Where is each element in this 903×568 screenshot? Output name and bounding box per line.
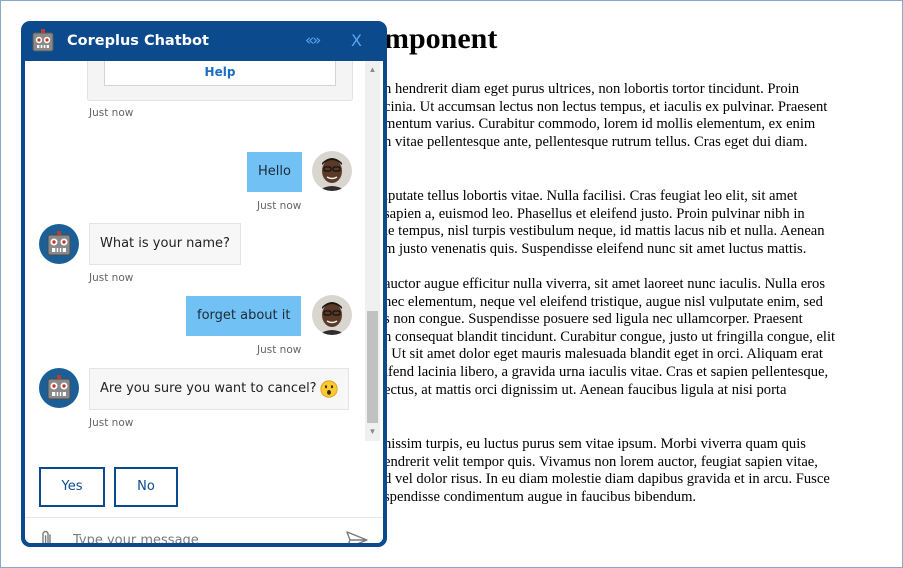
bot-message: Are you sure you want to cancel? <box>89 368 349 410</box>
bot-avatar <box>39 224 79 264</box>
paperclip-icon[interactable] <box>39 529 55 543</box>
send-icon[interactable] <box>345 530 369 543</box>
page-paragraph-2: lputate tellus lobortis vitae. Nulla fac… <box>384 188 825 257</box>
message-scrollbar[interactable]: ▲ ▼ <box>365 61 380 441</box>
help-card: Help <box>87 61 353 101</box>
chat-body: Help Just now Hello Just now What is you… <box>25 61 383 543</box>
page-paragraph-4: nissim turpis, eu luctus purus sem vitae… <box>384 436 830 505</box>
close-button[interactable]: X <box>351 31 362 50</box>
robot-icon <box>47 231 71 256</box>
page-heading: mponent <box>384 22 498 55</box>
no-button[interactable]: No <box>114 467 178 507</box>
bot-avatar <box>39 368 79 408</box>
page-paragraph-1: n hendrerit diam eget purus ultrices, no… <box>384 81 828 150</box>
user-message: forget about it <box>186 296 302 336</box>
user-message: Hello <box>247 152 302 192</box>
chat-header: Coreplus Chatbot «» X <box>21 21 387 61</box>
bot-message: What is your name? <box>89 223 241 265</box>
chatbot-widget: Coreplus Chatbot «» X Help Just now Hell… <box>21 21 387 547</box>
help-button[interactable]: Help <box>104 61 336 86</box>
message-input-bar <box>25 517 383 543</box>
scroll-down-arrow-icon[interactable]: ▼ <box>368 427 377 436</box>
bot-message-text: Are you sure you want to cancel? <box>100 381 317 396</box>
astonished-face-icon <box>319 379 338 398</box>
user-avatar <box>312 151 352 191</box>
yes-button[interactable]: Yes <box>39 467 105 507</box>
robot-icon <box>47 375 71 400</box>
message-timestamp: Just now <box>89 417 134 429</box>
scrollbar-thumb[interactable] <box>367 311 378 423</box>
message-timestamp: Just now <box>257 344 302 356</box>
message-list[interactable]: Help Just now Hello Just now What is you… <box>25 61 383 441</box>
message-timestamp: Just now <box>257 200 302 212</box>
chat-title: Coreplus Chatbot <box>67 33 209 49</box>
robot-logo-icon <box>32 29 54 52</box>
user-avatar <box>312 295 352 335</box>
message-timestamp: Just now <box>89 272 134 284</box>
message-input[interactable] <box>73 526 323 543</box>
page-paragraph-3: auctor augue efficitur nulla viverra, si… <box>384 276 836 398</box>
message-timestamp: Just now <box>89 107 134 119</box>
scroll-up-arrow-icon[interactable]: ▲ <box>368 65 377 74</box>
expand-button[interactable]: «» <box>305 31 321 49</box>
